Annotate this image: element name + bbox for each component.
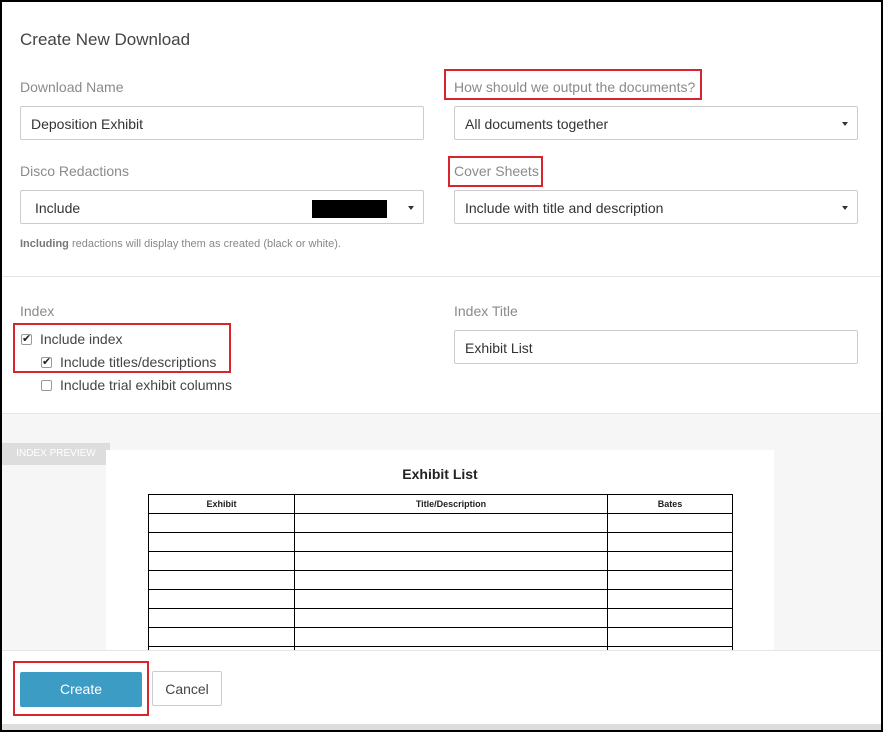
include-titles-option[interactable]: ✔ Include titles/descriptions (41, 354, 216, 370)
table-cell (148, 589, 295, 609)
preview-column-header: Title/Description (294, 494, 608, 514)
download-name-input[interactable]: Deposition Exhibit (20, 106, 424, 140)
table-row (148, 570, 733, 590)
include-trial-checkbox[interactable] (41, 379, 52, 391)
table-cell (607, 532, 733, 552)
include-titles-checkbox[interactable]: ✔ (41, 356, 52, 368)
table-row (148, 608, 733, 628)
table-cell (148, 513, 295, 533)
disco-redactions-select[interactable]: Include (20, 190, 424, 224)
disco-redactions-label: Disco Redactions (20, 163, 129, 179)
table-cell (607, 608, 733, 628)
table-cell (294, 532, 608, 552)
preview-index-table: Exhibit Title/Description Bates (148, 494, 733, 650)
chevron-down-icon (842, 122, 848, 126)
section-divider (2, 276, 881, 277)
include-index-checkbox[interactable]: ✔ (21, 333, 32, 345)
horizontal-scrollbar[interactable] (2, 724, 881, 730)
output-select[interactable]: All documents together (454, 106, 858, 140)
table-row (148, 589, 733, 609)
include-titles-label: Include titles/descriptions (60, 354, 217, 370)
annotation-highlight-output (444, 69, 702, 100)
table-cell (294, 513, 608, 533)
create-button[interactable]: Create (20, 672, 142, 707)
table-cell (148, 627, 295, 647)
table-cell (294, 570, 608, 590)
table-cell (607, 570, 733, 590)
cover-sheets-select[interactable]: Include with title and description (454, 190, 858, 224)
include-index-option[interactable]: ✔ Include index (21, 331, 123, 347)
table-cell (294, 608, 608, 628)
preview-column-header: Exhibit (148, 494, 295, 514)
table-cell (148, 551, 295, 571)
download-name-label: Download Name (20, 79, 124, 95)
table-row (148, 627, 733, 647)
preview-column-header: Bates (607, 494, 733, 514)
disco-redactions-value: Include (35, 200, 81, 216)
table-row (148, 551, 733, 571)
dialog-title: Create New Download (20, 30, 191, 49)
cover-sheets-value: Include with title and description (465, 200, 664, 216)
index-preview-tab: INDEX PREVIEW (2, 443, 110, 465)
index-title-input[interactable]: Exhibit List (454, 330, 858, 364)
cancel-button[interactable]: Cancel (152, 671, 222, 706)
table-cell (294, 627, 608, 647)
index-label: Index (20, 303, 55, 319)
table-cell (148, 570, 295, 590)
table-row (148, 532, 733, 552)
include-trial-option[interactable]: Include trial exhibit columns (41, 377, 232, 393)
table-cell (607, 627, 733, 647)
index-title-label: Index Title (454, 303, 518, 319)
table-cell (607, 589, 733, 609)
table-cell (607, 551, 733, 571)
chevron-down-icon (408, 206, 414, 210)
include-trial-label: Include trial exhibit columns (60, 377, 232, 393)
index-preview-page: Exhibit List Exhibit Title/Description B… (106, 450, 774, 650)
preview-title: Exhibit List (402, 466, 478, 482)
annotation-highlight-cover-sheets (448, 156, 543, 187)
create-download-dialog: Create New Download Download Name Deposi… (0, 0, 883, 732)
table-cell (607, 513, 733, 533)
include-index-label: Include index (40, 331, 123, 347)
table-cell (148, 608, 295, 628)
redaction-black-swatch (312, 200, 387, 218)
chevron-down-icon (842, 206, 848, 210)
output-value: All documents together (465, 116, 609, 132)
table-row (148, 513, 733, 533)
table-cell (294, 551, 608, 571)
redactions-hint: Including redactions will display them a… (20, 238, 341, 250)
table-cell (148, 532, 295, 552)
table-cell (294, 589, 608, 609)
